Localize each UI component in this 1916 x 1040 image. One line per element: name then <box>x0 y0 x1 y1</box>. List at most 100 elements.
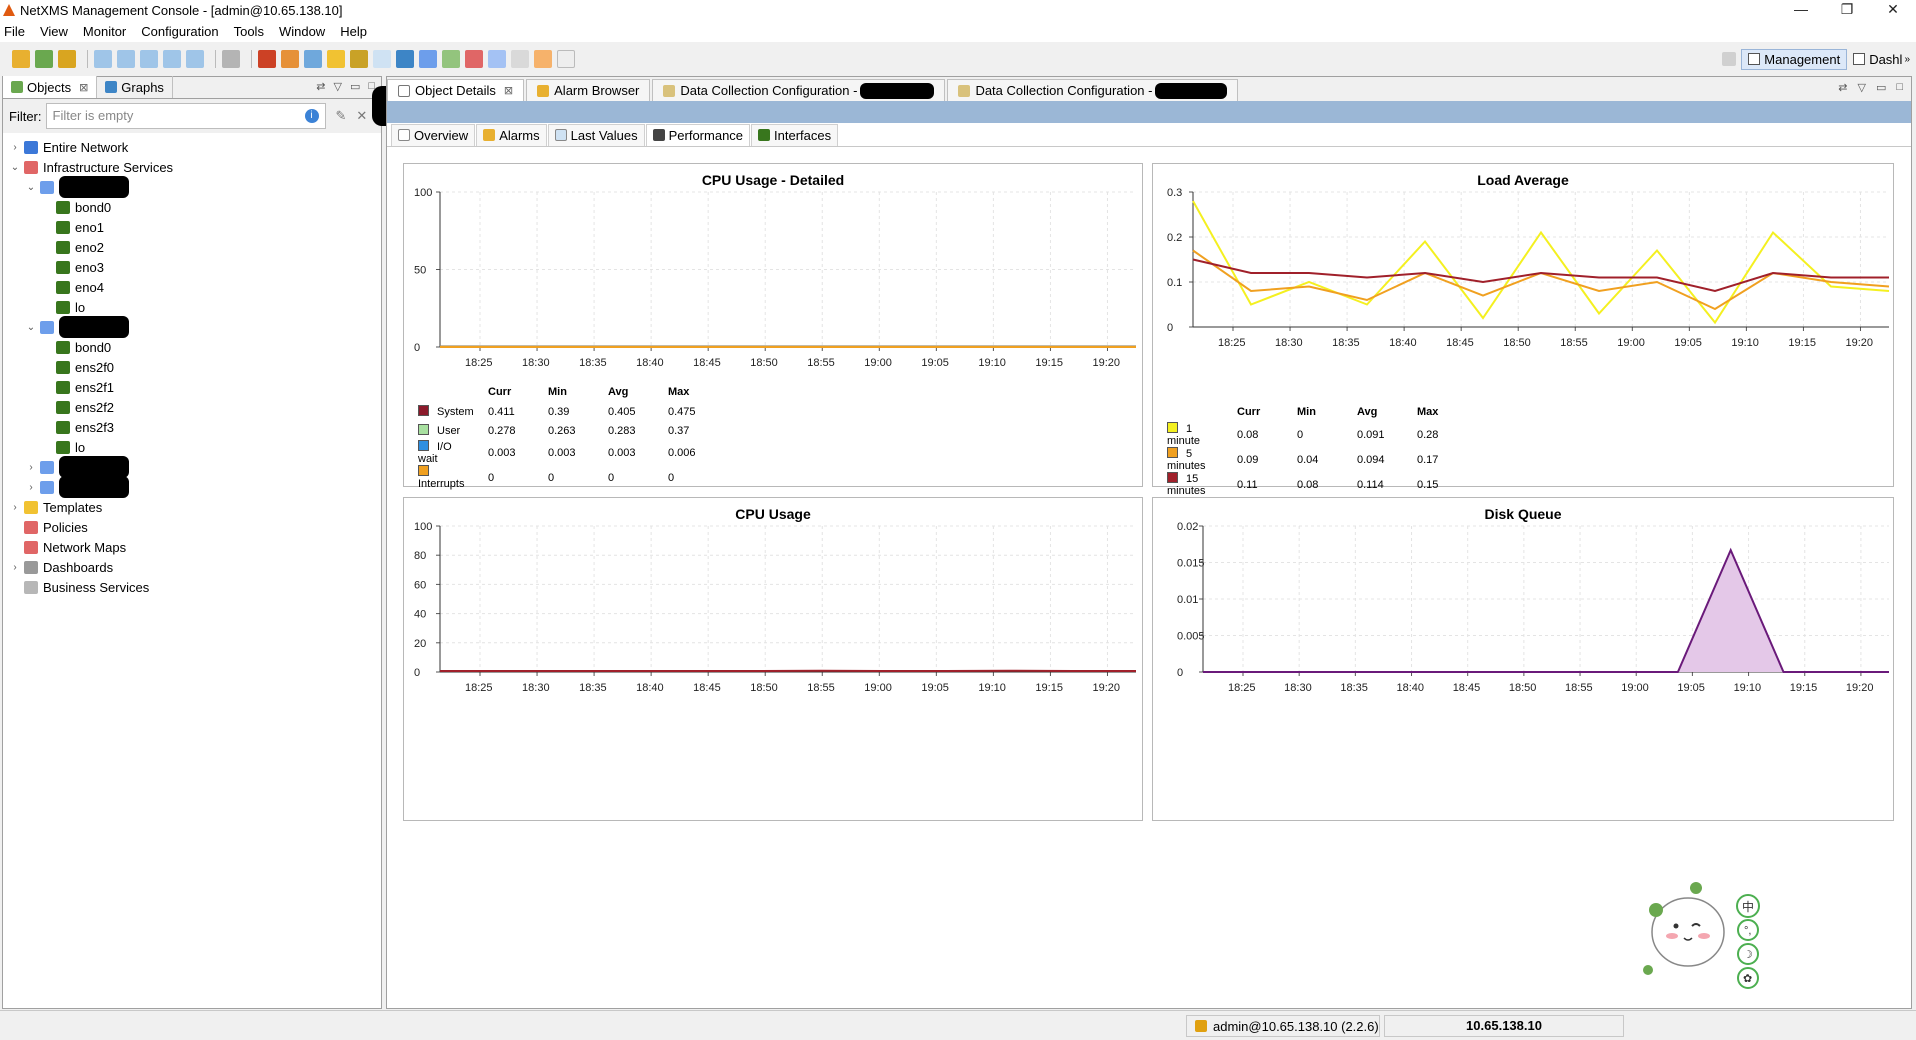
open-perspective-icon[interactable] <box>1722 52 1737 66</box>
menu-monitor[interactable]: Monitor <box>83 24 126 39</box>
events-icon[interactable] <box>327 50 345 68</box>
document-config-icon[interactable] <box>186 50 204 68</box>
tree-node[interactable]: eno2 <box>3 237 381 257</box>
close-button[interactable]: ✕ <box>1870 0 1916 20</box>
close-tab-icon[interactable]: ⊠ <box>79 81 88 94</box>
tools-icon[interactable] <box>442 50 460 68</box>
tree-node[interactable]: Policies <box>3 517 381 537</box>
package-icon[interactable] <box>350 50 368 68</box>
tree-node[interactable]: ens2f2 <box>3 397 381 417</box>
expand-toggle-icon[interactable]: › <box>9 562 21 573</box>
connect-icon[interactable] <box>12 50 30 68</box>
expand-toggle-icon[interactable]: › <box>9 502 21 513</box>
tree-node[interactable]: lo <box>3 437 381 457</box>
clear-filter-icon[interactable]: ✎ <box>336 108 347 124</box>
tree-node[interactable]: eno1 <box>3 217 381 237</box>
tree-node[interactable]: eno3 <box>3 257 381 277</box>
tree-node[interactable]: bond0 <box>3 337 381 357</box>
menu-view[interactable]: View <box>40 24 68 39</box>
tree-node[interactable]: Network Maps <box>3 537 381 557</box>
object-tree-icon[interactable] <box>35 50 53 68</box>
y-tick-label: 100 <box>414 187 432 199</box>
interface-icon <box>56 420 70 434</box>
x-tick-label: 18:45 <box>1453 682 1481 694</box>
menu-help[interactable]: Help <box>340 24 367 39</box>
tree-node[interactable]: ⌄ <box>3 316 381 338</box>
chart-icon[interactable] <box>419 50 437 68</box>
tree-node[interactable]: ens2f3 <box>3 417 381 437</box>
menu-configuration[interactable]: Configuration <box>141 24 218 39</box>
folder-icon[interactable] <box>58 50 76 68</box>
legend-header: Avg <box>608 386 629 398</box>
tree-node[interactable]: ⌄ Infrastructure Services <box>3 157 381 177</box>
script-icon[interactable] <box>534 50 552 68</box>
window-icon[interactable] <box>511 50 529 68</box>
sync-icon[interactable]: ⇄ <box>1838 81 1847 94</box>
chevron-more-icon[interactable]: » <box>1904 54 1910 65</box>
x-tick-label: 19:05 <box>1677 682 1705 694</box>
close-filter-icon[interactable]: ✕ <box>356 108 367 124</box>
minimize-button[interactable]: — <box>1778 0 1824 20</box>
menu-file[interactable]: File <box>4 24 25 39</box>
maximize-view-icon[interactable]: □ <box>1896 81 1903 94</box>
minimize-view-icon[interactable]: ▭ <box>350 80 360 93</box>
tab-performance[interactable]: Performance <box>645 123 751 146</box>
network-icon[interactable] <box>465 50 483 68</box>
tree-node[interactable]: ens2f0 <box>3 357 381 377</box>
tab-last-values[interactable]: Last Values <box>547 123 645 146</box>
sync-icon[interactable]: ⇄ <box>316 80 325 93</box>
minimize-view-icon[interactable]: ▭ <box>1876 81 1886 94</box>
objects-panel: Objects ⊠ Graphs ⇄ ▽ ▭ □ Filter: Filter … <box>2 76 382 1009</box>
info-icon[interactable]: i <box>304 109 319 123</box>
grid-icon[interactable] <box>281 50 299 68</box>
tree-node[interactable]: › Templates <box>3 497 381 517</box>
expand-toggle-icon[interactable]: › <box>25 482 37 493</box>
document-list-icon[interactable] <box>140 50 158 68</box>
document-icon[interactable] <box>94 50 112 68</box>
x-tick-label: 19:00 <box>864 682 892 694</box>
tab-object-details[interactable]: Object Details ⊠ <box>387 79 525 101</box>
copy-icon[interactable] <box>373 50 391 68</box>
menu-window[interactable]: Window <box>279 24 325 39</box>
expand-toggle-icon[interactable]: › <box>9 142 21 153</box>
map-icon[interactable] <box>488 50 506 68</box>
expand-toggle-icon[interactable]: › <box>25 462 37 473</box>
document-chart-icon[interactable] <box>163 50 181 68</box>
perspective-management[interactable]: Management <box>1741 48 1848 70</box>
tab-graphs[interactable]: Graphs <box>97 76 173 98</box>
perspective-dashboard[interactable]: Dashl» <box>1847 50 1916 69</box>
server-icon[interactable] <box>222 50 240 68</box>
tab-alarm-browser[interactable]: Alarm Browser <box>526 79 651 101</box>
tree-node[interactable]: bond0 <box>3 197 381 217</box>
tree-node[interactable]: ⌄ <box>3 176 381 198</box>
tree-node[interactable]: ens2f1 <box>3 377 381 397</box>
tab-interfaces[interactable]: Interfaces <box>751 123 839 146</box>
tree-node[interactable]: › Dashboards <box>3 557 381 577</box>
page-icon[interactable] <box>557 50 575 68</box>
view-menu-icon[interactable]: ▽ <box>1857 81 1865 94</box>
tab-data-collection-2[interactable]: Data Collection Configuration - <box>947 79 1239 101</box>
restore-button[interactable]: ❐ <box>1824 0 1870 20</box>
tab-overview[interactable]: Overview <box>391 123 476 146</box>
tree-node[interactable]: Business Services <box>3 577 381 597</box>
document-edit-icon[interactable] <box>117 50 135 68</box>
tree-node[interactable]: eno4 <box>3 277 381 297</box>
expand-toggle-icon[interactable]: ⌄ <box>9 162 21 173</box>
expand-toggle-icon[interactable]: ⌄ <box>25 182 37 193</box>
tab-data-collection-1[interactable]: Data Collection Configuration - <box>652 79 946 101</box>
tree-node[interactable]: › <box>3 456 381 478</box>
x-tick-label: 18:40 <box>636 357 664 369</box>
close-tab-icon[interactable]: ⊠ <box>504 84 513 97</box>
view-menu-icon[interactable]: ▽ <box>333 80 341 93</box>
menu-tools[interactable]: Tools <box>234 24 264 39</box>
topology-icon[interactable] <box>258 50 276 68</box>
clock-icon[interactable] <box>396 50 414 68</box>
tab-alarms[interactable]: Alarms <box>476 123 547 146</box>
alarm-list-icon[interactable] <box>304 50 322 68</box>
expand-toggle-icon[interactable]: ⌄ <box>25 322 37 333</box>
tree-node[interactable]: lo <box>3 297 381 317</box>
filter-input[interactable]: Filter is empty i <box>45 103 326 129</box>
tree-node[interactable]: › Entire Network <box>3 137 381 157</box>
tree-node[interactable]: › <box>3 476 381 498</box>
tab-objects[interactable]: Objects ⊠ <box>3 76 98 98</box>
